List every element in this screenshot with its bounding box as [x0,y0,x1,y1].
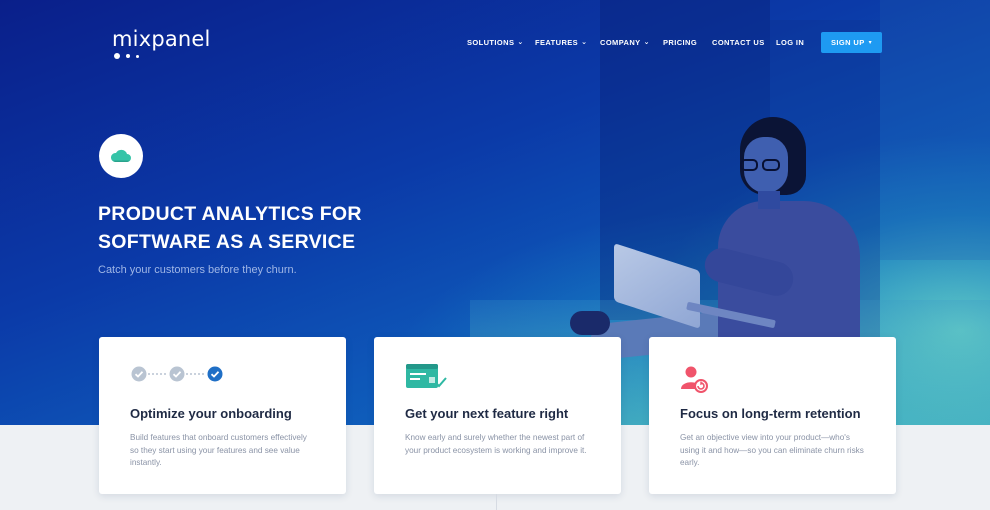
divider [496,494,497,510]
hero-headline-line-2: SOFTWARE AS A SERVICE [98,231,356,253]
card-description: Know early and surely whether the newest… [405,433,587,455]
chevron-down-icon: ⌄ [517,39,524,46]
brand-name: mixpanel [112,27,211,51]
nav-item-contact-us[interactable]: CONTACT US [712,38,765,47]
nav-item-label: FEATURES [535,38,579,47]
nav-item-pricing[interactable]: PRICING [663,38,697,47]
card-title: Optimize your onboarding [130,406,292,421]
nav-item-label: CONTACT US [712,38,765,47]
nav-item-log-in[interactable]: LOG IN [776,38,804,47]
chevron-down-icon: ⌄ [581,39,588,46]
onboarding-steps-icon [130,365,224,391]
hero-person-illustration [570,115,880,375]
feature-card-retention[interactable]: Focus on long-term retention Get an obje… [649,337,896,494]
cloud-icon [110,149,131,162]
hero-headline: PRODUCT ANALYTICS FOR SOFTWARE AS A SERV… [98,200,362,256]
cloud-badge [99,134,143,178]
card-title: Get your next feature right [405,406,569,421]
nav-item-solutions[interactable]: SOLUTIONS ⌄ [467,38,524,47]
sign-up-button[interactable]: SIGN UP ▾ [821,32,882,53]
nav-item-label: COMPANY [600,38,641,47]
nav-item-company[interactable]: COMPANY ⌄ [600,38,650,47]
brand-logo[interactable]: mixpanel [112,27,211,59]
nav-item-features[interactable]: FEATURES ⌄ [535,38,587,47]
logo-dots-icon [114,53,211,59]
hero-headline-line-1: PRODUCT ANALYTICS FOR [98,203,362,225]
nav-item-label: LOG IN [776,38,805,47]
nav-item-label: PRICING [663,38,698,47]
feature-card-next-feature[interactable]: Get your next feature right Know early a… [374,337,621,494]
user-retention-icon [680,365,710,393]
nav-item-label: SOLUTIONS [467,38,515,47]
card-title: Focus on long-term retention [680,406,861,421]
browser-feature-icon [405,363,449,389]
feature-card-onboarding[interactable]: Optimize your onboarding Build features … [99,337,346,494]
background-window [880,0,990,260]
card-description: Get an objective view into your product—… [680,433,864,467]
hero-subheadline: Catch your customers before they churn. [98,264,297,276]
chevron-down-icon: ⌄ [643,39,650,46]
laptop-icon [614,243,700,329]
card-description: Build features that onboard customers ef… [130,433,307,467]
chevron-down-icon: ▾ [868,40,873,46]
sign-up-label: SIGN UP [830,38,865,47]
